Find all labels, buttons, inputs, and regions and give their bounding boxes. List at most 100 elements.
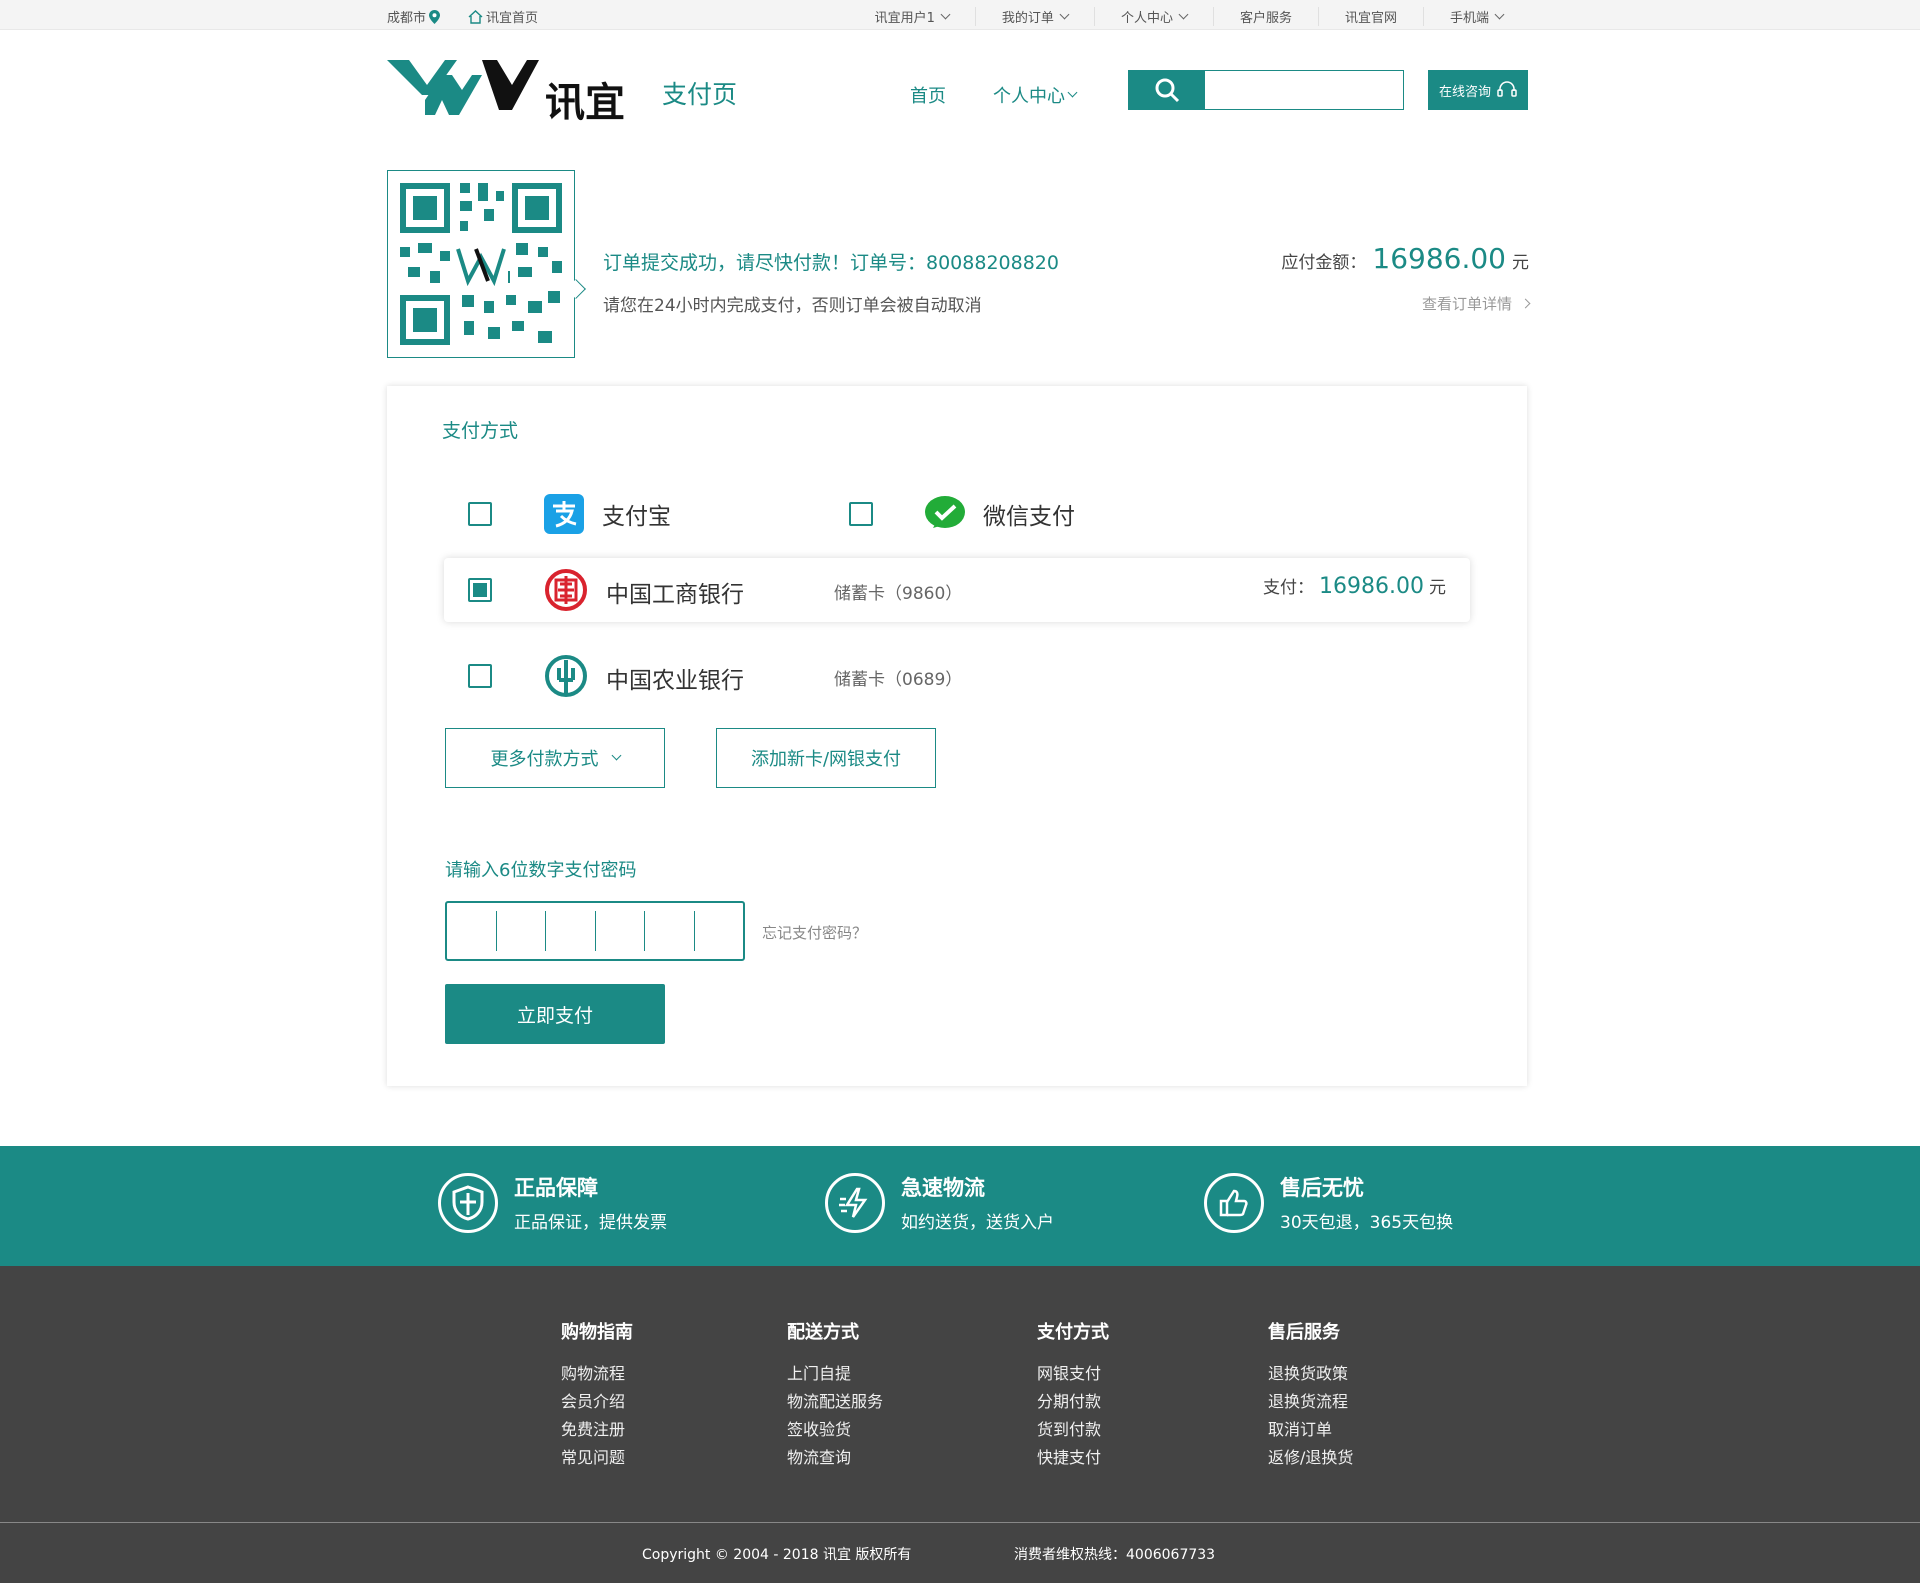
icbc-pay-amount: 支付： 16986.00 元	[1263, 573, 1446, 599]
footer-link[interactable]: 退换货流程	[1268, 1388, 1353, 1416]
feature-item: 急速物流 如约送货，送货入户	[825, 1172, 1054, 1233]
customer-service-label: 客户服务	[1239, 11, 1292, 26]
order-detail-label: 查看订单详情	[1421, 295, 1512, 313]
footer-column-shopping-guide: 购物指南 购物流程 会员介绍 免费注册 常见问题	[561, 1318, 633, 1472]
mobile-menu[interactable]: 手机端	[1422, 7, 1529, 26]
feature-item: 正品保障 正品保证，提供发票	[438, 1172, 667, 1233]
top-bar: 成都市 讯宜首页 讯宜用户1 我的订单 个人中心 客户服务 讯宜官网 手机端	[0, 0, 1920, 30]
abc-logo-icon	[544, 654, 588, 698]
wechat-pay-checkbox[interactable]	[849, 502, 873, 526]
search-input[interactable]	[1205, 71, 1403, 109]
footer-link[interactable]: 分期付款	[1037, 1388, 1109, 1416]
location-pin-icon	[429, 9, 441, 24]
nav-home-link[interactable]: 首页	[910, 82, 946, 108]
chevron-down-icon	[1494, 9, 1505, 19]
password-digit[interactable]	[545, 911, 595, 951]
home-icon	[468, 9, 483, 24]
pay-currency: 元	[1429, 578, 1446, 598]
my-orders-menu[interactable]: 我的订单	[974, 7, 1094, 26]
abc-card-info: 储蓄卡（0689）	[834, 670, 963, 690]
site-footer: 购物指南 购物流程 会员介绍 免费注册 常见问题 配送方式 上门自提 物流配送服…	[0, 1266, 1920, 1583]
amount-due: 应付金额： 16986.00 元	[1281, 242, 1529, 275]
copyright-text: Copyright © 2004 - 2018 讯宜 版权所有	[642, 1547, 912, 1563]
feature-item: 售后无忧 30天包退，365天包换	[1204, 1172, 1453, 1233]
icbc-label: 中国工商银行	[606, 582, 744, 608]
wechat-pay-label: 微信支付	[983, 504, 1075, 530]
nav-personal-center[interactable]: 个人中心	[993, 82, 1078, 108]
icbc-checkbox[interactable]	[468, 578, 492, 602]
customer-service-link[interactable]: 客户服务	[1212, 7, 1318, 26]
pay-label: 支付：	[1263, 578, 1315, 598]
feature-title: 售后无忧	[1280, 1176, 1364, 1200]
more-payment-methods-button[interactable]: 更多付款方式	[445, 728, 665, 788]
city-selector[interactable]: 成都市	[387, 7, 441, 26]
footer-link[interactable]: 会员介绍	[561, 1388, 633, 1416]
password-digit[interactable]	[495, 911, 546, 951]
wechat-pay-icon	[923, 492, 967, 536]
search-button[interactable]	[1129, 71, 1205, 109]
official-site-label: 讯宜官网	[1344, 11, 1397, 26]
feature-desc: 正品保证，提供发票	[514, 1213, 667, 1233]
order-detail-link[interactable]: 查看订单详情	[1421, 293, 1531, 314]
footer-link[interactable]: 取消订单	[1268, 1416, 1353, 1444]
feature-desc: 如约送货，送货入户	[901, 1213, 1054, 1233]
user-menu[interactable]: 讯宜用户1	[849, 7, 975, 26]
pay-now-button[interactable]: 立即支付	[445, 984, 665, 1044]
password-digit[interactable]	[594, 911, 645, 951]
password-digit[interactable]	[447, 911, 496, 951]
footer-link[interactable]: 物流查询	[787, 1444, 883, 1472]
payment-method-title: 支付方式	[442, 420, 519, 442]
icbc-logo-icon	[544, 568, 588, 612]
search-icon	[1155, 78, 1180, 103]
payment-password-input[interactable]	[445, 901, 745, 961]
alipay-option[interactable]: 支付宝	[468, 492, 671, 536]
chevron-down-icon	[1067, 87, 1078, 98]
footer-link[interactable]: 网银支付	[1037, 1360, 1109, 1388]
abc-label: 中国农业银行	[606, 668, 744, 694]
home-link[interactable]: 讯宜首页	[468, 7, 538, 26]
alipay-checkbox[interactable]	[468, 502, 492, 526]
footer-link[interactable]: 签收验货	[787, 1416, 883, 1444]
alipay-icon	[542, 492, 586, 536]
footer-link[interactable]: 快捷支付	[1037, 1444, 1109, 1472]
footer-link[interactable]: 上门自提	[787, 1360, 883, 1388]
wechat-pay-option[interactable]: 微信支付	[849, 492, 1075, 536]
footer-column-title: 支付方式	[1037, 1322, 1109, 1343]
footer-link[interactable]: 物流配送服务	[787, 1388, 883, 1416]
add-card-label: 添加新卡/网银支付	[750, 749, 902, 770]
home-link-label: 讯宜首页	[486, 11, 539, 26]
footer-column-title: 售后服务	[1268, 1322, 1340, 1343]
service-features-band: 正品保障 正品保证，提供发票 急速物流 如约送货，送货入户 售后无忧 30天包退…	[0, 1146, 1920, 1266]
add-card-button[interactable]: 添加新卡/网银支付	[716, 728, 936, 788]
order-success-message: 订单提交成功，请尽快付款！订单号：80088208820	[603, 252, 1059, 274]
bank-option-icbc[interactable]: 中国工商银行 储蓄卡（9860） 支付： 16986.00 元	[444, 558, 1470, 622]
abc-checkbox[interactable]	[468, 664, 492, 688]
hotline-text: 消费者维权热线：4006067733	[1014, 1547, 1216, 1563]
footer-link[interactable]: 货到付款	[1037, 1416, 1109, 1444]
chevron-down-icon	[1178, 9, 1189, 19]
footer-column-title: 购物指南	[561, 1322, 633, 1343]
user-menu-label: 讯宜用户1	[874, 11, 935, 26]
consult-label: 在线咨询	[1438, 84, 1491, 100]
personal-center-label: 个人中心	[1120, 11, 1173, 26]
more-payment-label: 更多付款方式	[490, 749, 599, 770]
alipay-label: 支付宝	[602, 504, 671, 530]
page-title: 支付页	[662, 80, 738, 109]
footer-link[interactable]: 常见问题	[561, 1444, 633, 1472]
footer-link[interactable]: 退换货政策	[1268, 1360, 1353, 1388]
personal-center-menu[interactable]: 个人中心	[1093, 7, 1213, 26]
online-consult-button[interactable]: 在线咨询	[1428, 70, 1528, 110]
icbc-card-info: 储蓄卡（9860）	[834, 584, 963, 604]
footer-column-after-sales: 售后服务 退换货政策 退换货流程 取消订单 返修/退换货	[1268, 1318, 1353, 1472]
password-digit[interactable]	[644, 911, 694, 951]
payment-panel: 支付方式 支付宝 微信支付 中国工商银行 储蓄卡（9860） 支付： 16986…	[387, 386, 1527, 1086]
official-site-link[interactable]: 讯宜官网	[1317, 7, 1423, 26]
footer-link[interactable]: 免费注册	[561, 1416, 633, 1444]
footer-link[interactable]: 购物流程	[561, 1360, 633, 1388]
password-digit[interactable]	[693, 911, 744, 951]
chevron-down-icon	[611, 750, 621, 761]
thumbs-up-icon	[1204, 1172, 1264, 1233]
footer-link[interactable]: 返修/退换货	[1268, 1444, 1353, 1472]
bank-option-abc[interactable]: 中国农业银行 储蓄卡（0689）	[444, 644, 1470, 708]
forgot-password-link[interactable]: 忘记支付密码？	[762, 922, 867, 943]
